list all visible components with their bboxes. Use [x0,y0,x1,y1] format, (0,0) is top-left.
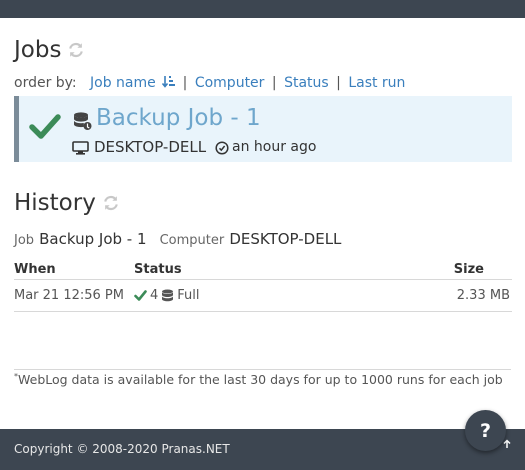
job-computer-name: DESKTOP-DELL [94,138,207,156]
history-title: History [14,190,96,216]
clock-icon [215,141,229,155]
sort-by-job-name[interactable]: Job name [90,75,156,91]
success-check-icon [134,290,147,301]
history-job-label: Job [14,233,35,248]
copyright-text: Copyright © 2008-2020 Pranas.NET [14,442,230,456]
sort-by-computer[interactable]: Computer [195,75,265,91]
history-computer-label: Computer [159,233,225,248]
scroll-top-icon[interactable] [502,439,512,449]
row-backup-type: Full [177,288,200,303]
history-computer-value: DESKTOP-DELL [229,230,342,248]
computer-icon [72,141,89,155]
history-job-value: Backup Job - 1 [39,230,147,248]
order-by-label: order by: [14,75,77,91]
history-meta: Job Backup Job - 1 Computer DESKTOP-DELL [14,229,349,248]
sort-by-last-run[interactable]: Last run [348,75,405,91]
order-by-bar: order by: Job name | Computer | Status |… [14,75,406,91]
column-header-status[interactable]: Status [134,262,182,277]
row-when: Mar 21 12:56 PM [14,288,124,303]
row-status: 4 Full [134,288,200,303]
database-icon [162,289,174,302]
row-size: 2.33 MB [456,288,510,303]
job-name-link[interactable]: Backup Job - 1 [96,105,261,131]
top-bar [0,0,525,18]
row-status-count: 4 [150,288,159,303]
table-row[interactable]: Mar 21 12:56 PM 4 Full 2.33 MB [14,280,512,312]
jobs-title: Jobs [14,37,62,63]
footnote-text: WebLog data is available for the last 30… [18,372,503,388]
history-heading: History [14,190,120,216]
column-header-size[interactable]: Size [454,262,484,277]
sort-ascending-icon [162,76,176,88]
job-last-run: an hour ago [232,139,317,155]
job-card[interactable]: Backup Job - 1 DESKTOP-DELL an hour ago [14,96,512,162]
column-header-when[interactable]: When [14,262,56,277]
footer: Copyright © 2008-2020 Pranas.NET [0,429,525,470]
footnote-divider [14,369,511,370]
jobs-refresh-icon[interactable] [67,41,85,59]
footnote: *WebLog data is available for the last 3… [14,372,503,387]
sort-by-status[interactable]: Status [284,75,329,91]
history-table: When Status Size Mar 21 12:56 PM 4 Full … [14,259,512,312]
history-refresh-icon[interactable] [102,194,120,212]
success-check-icon [29,114,61,139]
jobs-heading: Jobs [14,37,85,63]
table-header: When Status Size [14,259,512,280]
database-backup-icon [74,112,92,130]
help-button[interactable]: ? [465,410,506,451]
